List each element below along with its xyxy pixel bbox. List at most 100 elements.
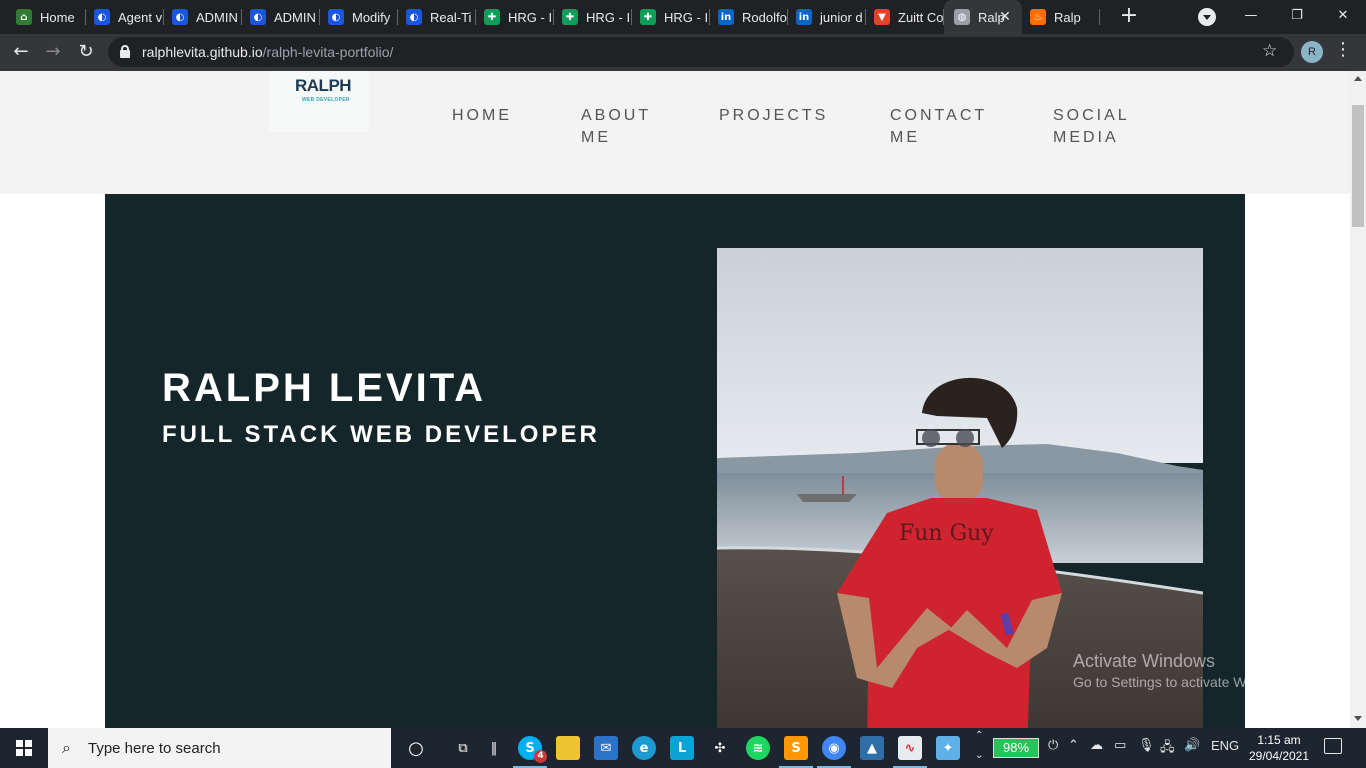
browser-tab[interactable]: ⌂ Home	[8, 0, 86, 34]
url-text[interactable]: ralphlevita.github.io/ralph-levita-portf…	[142, 44, 393, 60]
browser-toolbar: ← → ↻ ralphlevita.github.io/ralph-levita…	[0, 34, 1366, 71]
logo-title: RALPH	[295, 76, 352, 95]
linkedin-favicon-icon: in	[796, 9, 812, 25]
mail-icon[interactable]: ✉	[594, 736, 618, 760]
home-favicon-icon: ⌂	[16, 9, 32, 25]
skype-icon[interactable]: S 4	[513, 736, 547, 768]
tray-scroll-up-icon[interactable]: ⌃	[975, 730, 983, 741]
skype-badge: 4	[534, 750, 547, 763]
browser-tab[interactable]: ✚ HRG - I	[632, 0, 710, 34]
browser-tab[interactable]: ✚ HRG - I	[476, 0, 554, 34]
site-logo[interactable]: RALPH WEB DEVELOPER	[269, 71, 369, 132]
browser-tab[interactable]: ◐ Modify	[320, 0, 398, 34]
search-placeholder: Type here to search	[88, 740, 221, 757]
minimize-button[interactable]: —	[1228, 0, 1274, 34]
language-indicator[interactable]: ENG	[1211, 738, 1239, 753]
tab-title: Real-Ti	[430, 9, 472, 25]
address-bar[interactable]: ralphlevita.github.io/ralph-levita-portf…	[108, 37, 1294, 67]
app-cluster-icon[interactable]: ✦	[936, 736, 960, 760]
shield-favicon-icon: ◐	[406, 9, 422, 25]
bookmark-star-icon[interactable]: ☆	[1262, 41, 1277, 61]
page-viewport: RALPH WEB DEVELOPER HOME ABOUT ME PROJECT…	[0, 71, 1366, 728]
chrome-icon[interactable]: ◉	[817, 736, 851, 768]
tab-title: Modify	[352, 9, 391, 25]
volume-icon[interactable]: 🔊	[1184, 738, 1200, 753]
browser-tab[interactable]: ◐ Agent v	[86, 0, 164, 34]
microphone-icon[interactable]: 🎙	[1138, 738, 1155, 753]
photos-icon[interactable]: ▲	[860, 736, 884, 760]
browser-tab[interactable]: ◍ Ralp ✕	[944, 0, 1022, 34]
browser-tab[interactable]: ▼ Zuitt Co	[866, 0, 944, 34]
start-button[interactable]	[0, 728, 48, 768]
edge-icon[interactable]: e	[632, 736, 656, 760]
tab-title: HRG - I	[586, 9, 631, 25]
forward-button[interactable]: →	[40, 39, 66, 65]
tab-title: ADMIN	[274, 9, 316, 25]
file-explorer-icon[interactable]	[556, 736, 580, 760]
onedrive-icon[interactable]: ☁	[1090, 738, 1103, 753]
shirt-print: Fun Guy	[899, 521, 994, 546]
gitlab-favicon-icon: ▼	[874, 9, 890, 25]
nav-social-link[interactable]: SOCIAL MEDIA	[1053, 105, 1130, 149]
close-tab-icon[interactable]: ✕	[996, 8, 1014, 26]
restore-button[interactable]: ❐	[1274, 0, 1320, 34]
profile-avatar[interactable]: R	[1301, 41, 1323, 63]
tab-title: HRG - I	[664, 9, 709, 25]
close-window-button[interactable]: ✕	[1320, 0, 1366, 34]
show-hidden-icons-icon[interactable]: ⌃	[1068, 738, 1079, 753]
taskbar-search-box[interactable]: ⌕ Type here to search	[48, 728, 391, 768]
launcher-l-icon[interactable]: L	[670, 736, 694, 760]
battery-tray-icon[interactable]: ▭	[1114, 738, 1126, 753]
browser-tab[interactable]: ◐ Real-Ti	[398, 0, 476, 34]
browser-tab[interactable]: ✚ HRG - I	[554, 0, 632, 34]
sublime-text-icon[interactable]: S	[779, 736, 813, 768]
nav-projects-link[interactable]: PROJECTS	[719, 105, 828, 127]
browser-tab[interactable]: in Rodolfo	[710, 0, 788, 34]
logo-subtitle: WEB DEVELOPER	[302, 97, 350, 103]
browser-tab[interactable]: ◐ ADMIN	[242, 0, 320, 34]
system-clock[interactable]: 1:15 am 29/04/2021	[1246, 732, 1312, 764]
tab-search-icon[interactable]	[1198, 8, 1216, 26]
activate-windows-watermark: Activate Windows Go to Settings to activ…	[1073, 651, 1294, 690]
anydesk-icon[interactable]: ∿	[893, 736, 927, 768]
sheets-favicon-icon: ✚	[640, 9, 656, 25]
power-plug-icon[interactable]: ⏻	[1048, 738, 1058, 753]
scrollbar-thumb[interactable]	[1352, 105, 1364, 227]
lock-icon[interactable]	[120, 45, 130, 58]
scroll-up-arrow-icon[interactable]	[1354, 76, 1362, 81]
task-view-icon[interactable]: ⧉	[451, 736, 475, 760]
tab-title: Agent v	[118, 9, 163, 25]
scroll-down-arrow-icon[interactable]	[1354, 716, 1362, 721]
linkedin-favicon-icon: in	[718, 9, 734, 25]
clock-time: 1:15 am	[1257, 733, 1301, 747]
search-icon: ⌕	[62, 738, 71, 757]
browser-tab[interactable]: in junior d	[788, 0, 866, 34]
spotify-icon[interactable]: ≋	[746, 736, 770, 760]
sheets-favicon-icon: ✚	[484, 9, 500, 25]
shield-favicon-icon: ◐	[328, 9, 344, 25]
new-tab-button[interactable]: +	[1117, 5, 1141, 29]
notification-center-icon[interactable]	[1324, 738, 1342, 754]
tray-scroll-down-icon[interactable]: ⌄	[975, 750, 983, 761]
page-scrollbar[interactable]	[1350, 71, 1366, 728]
shield-favicon-icon: ◐	[94, 9, 110, 25]
browser-tab[interactable]: ◐ ADMIN	[164, 0, 242, 34]
browser-tab-strip: ⌂ Home ◐ Agent v ◐ ADMIN ◐ ADMIN ◐ Modify ◐ Real-Ti…	[0, 0, 1366, 34]
back-button[interactable]: ←	[8, 39, 34, 65]
browser-tab[interactable]: ♨ Ralp	[1022, 0, 1100, 34]
tab-title: ADMIN	[196, 9, 238, 25]
nav-home-link[interactable]: HOME	[452, 105, 512, 127]
network-tool-icon[interactable]: ✣	[708, 736, 732, 760]
cortana-icon[interactable]: ○	[404, 736, 428, 760]
nav-about-link[interactable]: ABOUT ME	[581, 105, 651, 149]
reload-button[interactable]: ↻	[73, 39, 99, 65]
nav-contact-link[interactable]: CONTACT ME	[890, 105, 987, 149]
shield-favicon-icon: ◐	[172, 9, 188, 25]
clock-date: 29/04/2021	[1248, 749, 1310, 763]
tab-title: Zuitt Co	[898, 9, 944, 25]
taskbar-divider-icon: ‖	[490, 740, 498, 756]
network-icon[interactable]: 🖧	[1160, 738, 1175, 760]
browser-menu-icon[interactable]: ⋮	[1334, 39, 1352, 60]
hero-role: FULL STACK WEB DEVELOPER	[162, 421, 600, 448]
battery-indicator[interactable]: 98%	[993, 738, 1039, 758]
